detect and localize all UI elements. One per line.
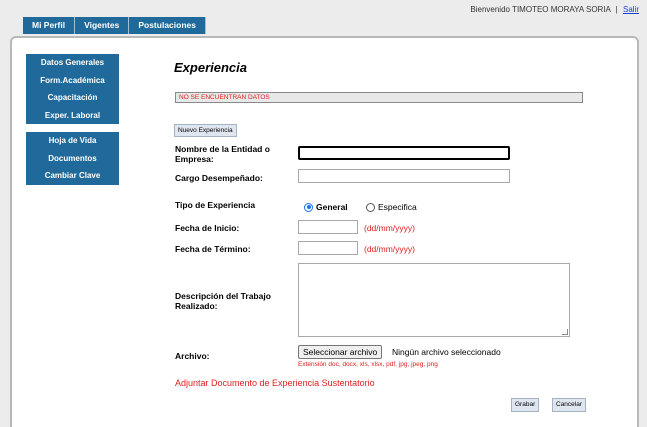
termino-format-hint: (dd/mm/yyyy) <box>364 244 415 254</box>
inicio-input[interactable] <box>298 220 358 234</box>
sidebar-item-documentos[interactable]: Documentos <box>26 150 119 168</box>
grabar-button[interactable]: Grabar <box>511 398 540 412</box>
radio-general[interactable]: General <box>304 202 348 212</box>
page-title: Experiencia <box>174 60 247 75</box>
menu-mi-perfil[interactable]: Mi Perfil <box>23 17 76 34</box>
menu-postulaciones[interactable]: Postulaciones <box>129 17 206 34</box>
sidebar-account-group: Hoja de Vida Documentos Cambiar Clave <box>26 132 119 185</box>
file-select-button[interactable]: Seleccionar archivo <box>298 345 383 359</box>
resize-grip-icon[interactable] <box>562 329 568 335</box>
archivo-label: Archivo: <box>175 351 210 361</box>
sidebar-item-capacitacion[interactable]: Capacitación <box>26 89 119 107</box>
logout-link[interactable]: Salir <box>623 5 639 14</box>
radio-especifica-label: Especifica <box>378 202 417 212</box>
sidebar-item-hoja-de-vida[interactable]: Hoja de Vida <box>26 132 119 150</box>
menu-vigentes[interactable]: Vigentes <box>75 17 130 34</box>
sidebar-item-exper-laboral[interactable]: Exper. Laboral <box>26 107 119 125</box>
radio-unchecked-icon <box>366 202 375 212</box>
descripcion-label: Descripción del Trabajo Realizado: <box>175 291 271 311</box>
tipo-label: Tipo de Experiencia <box>175 200 256 210</box>
sidebar-item-datos-generales[interactable]: Datos Generales <box>26 54 119 72</box>
entidad-label: Nombre de la Entidad o Empresa: <box>175 144 270 164</box>
inicio-format-hint: (dd/mm/yyyy) <box>364 223 415 233</box>
termino-label: Fecha de Término: <box>175 244 251 254</box>
top-menu: Mi Perfil Vigentes Postulaciones <box>23 17 206 34</box>
adjuntar-note: Adjuntar Documento de Experiencia Susten… <box>175 378 375 388</box>
descripcion-textarea[interactable] <box>298 263 570 337</box>
new-experience-button[interactable]: Nuevo Experiencia <box>174 124 237 137</box>
cargo-label: Cargo Desempeñado: <box>175 173 263 183</box>
cargo-input[interactable] <box>298 169 510 183</box>
sidebar-item-form-academica[interactable]: Form.Académica <box>26 72 119 90</box>
separator: | <box>615 5 618 14</box>
file-status: Ningún archivo seleccionado <box>392 347 501 357</box>
welcome-bar: Bienvenido TIMOTEO MORAYA SORIA | Salir <box>470 5 639 14</box>
radio-general-label: General <box>316 202 348 212</box>
inicio-label: Fecha de Inicio: <box>175 223 240 233</box>
radio-especifica[interactable]: Especifica <box>366 202 417 212</box>
welcome-text: Bienvenido TIMOTEO MORAYA SORIA <box>470 5 611 14</box>
radio-checked-icon <box>304 202 313 212</box>
main-panel: Datos Generales Form.Académica Capacitac… <box>10 36 639 427</box>
cancelar-button[interactable]: Cancelar <box>552 398 587 412</box>
sidebar-item-cambiar-clave[interactable]: Cambiar Clave <box>26 167 119 185</box>
entidad-input[interactable] <box>298 146 510 160</box>
no-data-alert: NO SE ENCUENTRAN DATOS <box>175 92 583 103</box>
sidebar-profile-group: Datos Generales Form.Académica Capacitac… <box>26 54 119 124</box>
allowed-extensions: Extensión doc, docx, xls, xlsx, pdf, jpg… <box>298 361 438 368</box>
termino-input[interactable] <box>298 241 358 255</box>
